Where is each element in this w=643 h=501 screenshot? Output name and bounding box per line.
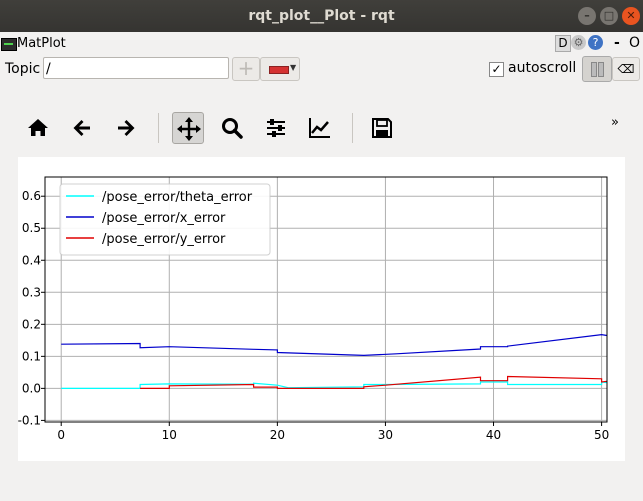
remove-topic-button[interactable]: ▼ (260, 57, 300, 81)
save-button[interactable] (366, 112, 398, 144)
help-icon[interactable]: ? (588, 35, 603, 50)
dropdown-arrow-icon: ▼ (290, 63, 297, 72)
toolbar-separator (352, 113, 353, 143)
add-topic-button[interactable]: + (232, 57, 260, 81)
autoscroll-checkbox[interactable]: ✓ (489, 62, 504, 77)
y-tick-label: -0.1 (18, 413, 41, 427)
maximize-button[interactable]: □ (600, 7, 618, 25)
home-button[interactable] (22, 112, 54, 144)
home-icon (28, 119, 48, 136)
x-tick-label: 50 (594, 428, 609, 442)
edit-axis-icon (309, 118, 330, 138)
forward-button[interactable] (110, 112, 142, 144)
y-tick-label: 0.1 (22, 349, 41, 363)
clear-button[interactable]: ⌫ (612, 57, 640, 81)
legend-label: /pose_error/x_error (102, 211, 226, 226)
subplots-config-icon (267, 119, 285, 137)
y-tick-label: 0.6 (22, 189, 41, 203)
pause-button[interactable] (582, 56, 612, 82)
matplot-icon (1, 38, 17, 51)
close-plugin-button[interactable]: O (629, 35, 640, 51)
gear-icon[interactable]: ⚙ (571, 35, 586, 50)
back-button[interactable] (66, 112, 98, 144)
pan-button[interactable] (172, 112, 204, 144)
line-chart[interactable]: 0 10 20 30 40 50 -0.1 0.0 0.1 0.2 0.3 0.4 0.5 0.6/pos… (18, 157, 625, 461)
save-icon (372, 118, 392, 138)
subplots-config-button[interactable] (260, 112, 292, 144)
y-tick-label: 0.3 (22, 285, 41, 299)
x-tick-label: 0 (57, 428, 65, 442)
legend-label: /pose_error/theta_error (102, 190, 253, 205)
x-tick-label: 40 (486, 428, 501, 442)
x-tick-label: 20 (270, 428, 285, 442)
topic-input[interactable]: / (43, 57, 229, 79)
close-button[interactable]: ✕ (622, 7, 640, 25)
zoom-icon (222, 118, 243, 139)
clear-icon: ⌫ (617, 62, 635, 76)
toolbar-overflow-button[interactable]: » (611, 115, 619, 130)
y-tick-label: 0.2 (22, 317, 41, 331)
pan-icon (177, 117, 201, 141)
minimize-button[interactable]: – (578, 7, 596, 25)
toolbar-separator (158, 113, 159, 143)
minus-icon (269, 66, 289, 74)
plugin-header: MatPlot (0, 34, 643, 54)
series-line-0 (61, 381, 608, 389)
autoscroll-toggle[interactable]: ✓ autoscroll (489, 60, 576, 77)
plugin-name: MatPlot (17, 36, 66, 51)
forward-arrow-icon (118, 120, 135, 136)
zoom-button[interactable] (216, 112, 248, 144)
plus-icon: + (237, 56, 255, 80)
topic-label: Topic (5, 61, 41, 77)
window-title: rqt_plot__Plot - rqt (248, 8, 395, 24)
edit-axis-button[interactable] (304, 112, 336, 144)
legend-label: /pose_error/y_error (102, 232, 226, 247)
series-line-2 (140, 375, 608, 389)
back-arrow-icon (73, 120, 90, 136)
dash-button[interactable]: - (614, 35, 620, 51)
d-button[interactable]: D (555, 35, 571, 52)
y-tick-label: 0.0 (22, 381, 41, 395)
y-tick-label: 0.5 (22, 221, 41, 235)
plot-canvas[interactable]: 0 10 20 30 40 50 -0.1 0.0 0.1 0.2 0.3 0.4 0.5 0.6/pos… (18, 157, 625, 461)
x-tick-label: 30 (378, 428, 393, 442)
window-titlebar: rqt_plot__Plot - rqt (0, 0, 643, 32)
y-tick-label: 0.4 (22, 253, 41, 267)
series-line-1 (61, 333, 608, 357)
x-tick-label: 10 (162, 428, 177, 442)
autoscroll-label: autoscroll (508, 60, 577, 76)
